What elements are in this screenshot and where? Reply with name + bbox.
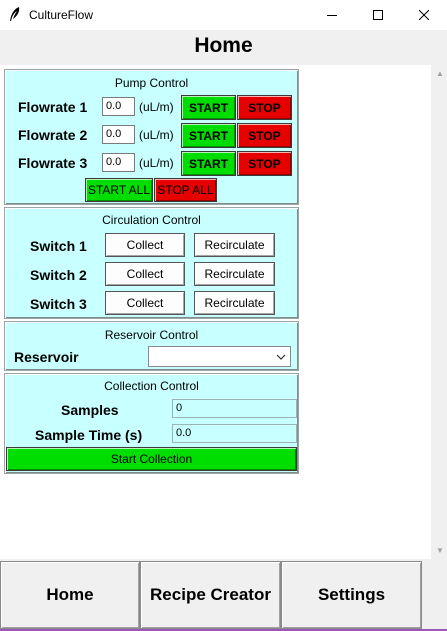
flowrate-3-start-button[interactable]: START [181,151,236,176]
collection-control-title: Collection Control [104,379,199,393]
flowrate-1-stop-button[interactable]: STOP [237,95,292,120]
reservoir-control-panel: Reservoir Control Reservoir [4,321,299,371]
start-collection-button[interactable]: Start Collection [6,447,297,471]
switch-3-label: Switch 3 [30,296,87,312]
reservoir-label: Reservoir [14,349,79,365]
switch-1-collect-button[interactable]: Collect [105,233,185,257]
flowrate-3-stop-button[interactable]: STOP [237,151,292,176]
maximize-icon [373,10,383,20]
minimize-button[interactable] [309,0,355,30]
chevron-down-icon [276,350,286,368]
circulation-control-title: Circulation Control [102,213,201,227]
switch-2-collect-button[interactable]: Collect [105,262,185,286]
nav-home-button[interactable]: Home [0,561,140,629]
switch-1-recirculate-button[interactable]: Recirculate [194,233,275,257]
vertical-scrollbar[interactable] [431,65,447,559]
maximize-button[interactable] [355,0,401,30]
flowrate-3-label: Flowrate 3 [18,155,88,171]
sample-time-field[interactable]: 0.0 [172,424,297,443]
switch-3-collect-button[interactable]: Collect [105,291,185,315]
reservoir-control-title: Reservoir Control [104,328,199,342]
flowrate-2-label: Flowrate 2 [18,127,88,143]
collection-control-panel: Collection Control Samples 0 Sample Time… [4,373,299,474]
switch-1-label: Switch 1 [30,238,87,254]
flowrate-3-unit: (uL/m) [139,156,174,170]
flowrate-2-start-button[interactable]: START [181,123,236,148]
switch-2-label: Switch 2 [30,267,87,283]
page-title: Home [194,34,253,57]
flowrate-1-input[interactable]: 0.0 [102,97,135,116]
start-all-button[interactable]: START ALL [85,178,153,202]
samples-label: Samples [61,402,119,418]
minimize-icon [327,10,337,20]
close-icon [419,10,429,20]
flowrate-1-start-button[interactable]: START [181,95,236,120]
flowrate-2-input[interactable]: 0.0 [102,125,135,144]
flowrate-3-input[interactable]: 0.0 [102,153,135,172]
stop-all-button[interactable]: STOP ALL [154,178,217,202]
reservoir-select[interactable] [148,346,291,367]
sample-time-label: Sample Time (s) [35,427,143,443]
flowrate-2-unit: (uL/m) [139,128,174,142]
flowrate-1-label: Flowrate 1 [18,99,88,115]
title-bar: CultureFlow [0,0,447,30]
flowrate-1-unit: (uL/m) [139,100,174,114]
switch-3-recirculate-button[interactable]: Recirculate [194,291,275,315]
flowrate-2-stop-button[interactable]: STOP [237,123,292,148]
window-title: CultureFlow [29,8,94,22]
close-button[interactable] [401,0,447,30]
nav-settings-button[interactable]: Settings [281,561,422,629]
scroll-up-icon[interactable]: ▲ [436,69,444,78]
scroll-down-icon[interactable]: ▼ [436,546,444,555]
feather-icon [8,6,22,22]
nav-recipe-creator-button[interactable]: Recipe Creator [140,561,281,629]
pump-control-title: Pump Control [114,76,189,90]
circulation-control-panel: Circulation Control Switch 1 Collect Rec… [4,207,299,319]
samples-field[interactable]: 0 [172,399,297,418]
pump-control-panel: Pump Control Flowrate 1 0.0 (uL/m) START… [4,69,299,205]
switch-2-recirculate-button[interactable]: Recirculate [194,262,275,286]
